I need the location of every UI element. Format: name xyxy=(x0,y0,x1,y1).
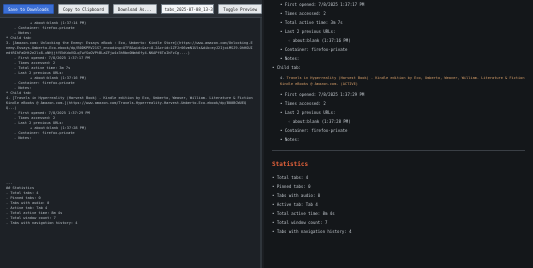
preview-text: First opened: 7/8/2025 1:37:29 PM xyxy=(284,92,365,97)
preview-row: • Notes: xyxy=(272,54,525,63)
preview-row: • Container: firefox-private xyxy=(272,126,525,135)
preview-row: • First opened: 7/8/2025 1:37:29 PM xyxy=(272,90,525,99)
horizontal-rule xyxy=(272,150,525,151)
statistics-row: • Pinned tabs: 0 xyxy=(272,182,525,191)
copy-to-clipboard-button[interactable]: Copy to Clipboard xyxy=(57,3,109,14)
preview-row: • First opened: 7/8/2025 1:37:17 PM xyxy=(272,0,525,9)
preview-text: Times accessed: 2 xyxy=(284,101,326,106)
markdown-editor[interactable]: + about:blank (1:37:14 PM) - Container: f… xyxy=(0,18,262,268)
preview-text: Times accessed: 2 xyxy=(284,11,326,16)
statistics-row: • Total window count: 7 xyxy=(272,218,525,227)
preview-text: Tabs with audio: 0 xyxy=(276,193,321,198)
preview-row: • Times accessed: 2 xyxy=(272,99,525,108)
preview-tab-title: 4. Travels in Hyperreality (Harvest Book… xyxy=(272,75,525,87)
statistics-row: • Active tab: Tab 4 xyxy=(272,200,525,209)
preview-row: • Child tab: xyxy=(272,63,525,72)
preview-row: • Notes: xyxy=(272,135,525,144)
statistics-row: • Tabs with audio: 0 xyxy=(272,191,525,200)
preview-text: Last 2 previous URLs: xyxy=(284,110,336,115)
preview-text: Tabs with navigation history: 4 xyxy=(276,229,352,234)
markdown-preview: • First opened: 7/8/2025 1:37:17 PM • Tim… xyxy=(264,0,533,268)
preview-text: Active tab: Tab 4 xyxy=(276,202,318,207)
preview-text: Total window count: 7 xyxy=(276,220,328,225)
preview-text: Notes: xyxy=(284,137,300,142)
preview-text: about:blank (1:37:28 PM) xyxy=(292,119,351,124)
preview-text: about:blank (1:37:16 PM) xyxy=(292,38,351,43)
editor-line: 3. [Amazon.com: Unlocking the Enemy: Ess… xyxy=(6,41,253,55)
preview-row: • Last 2 previous URLs: xyxy=(272,108,525,117)
save-to-downloads-button[interactable]: Save to Downloads xyxy=(3,3,54,14)
preview-row: • Total active time: 3m 7s xyxy=(272,18,525,27)
editor-spacer xyxy=(6,141,254,181)
preview-text: Pinned tabs: 0 xyxy=(276,184,311,189)
preview-row: • Times accessed: 2 xyxy=(272,9,525,18)
statistics-row: • Tabs with navigation history: 4 xyxy=(272,227,525,236)
statistics-row: • Total tabs: 4 xyxy=(272,173,525,182)
preview-text: Container: firefox-private xyxy=(284,47,348,52)
statistics-heading: Statistics xyxy=(272,161,309,168)
tab-link[interactable]: Travels in Hyperreality (Harvest Book) -… xyxy=(280,76,525,86)
preview-text: Total tabs: 4 xyxy=(276,175,309,180)
preview-text: Total active time: 8m 4s xyxy=(276,211,335,216)
filename-input[interactable]: tabs_2025-07-08_13-31.md xyxy=(160,3,215,14)
preview-row: ◦ about:blank (1:37:28 PM) xyxy=(272,117,525,126)
preview-row: • Last 2 previous URLs: xyxy=(272,27,525,36)
toggle-preview-button[interactable]: Toggle Preview xyxy=(218,3,262,14)
preview-text: Child tab: xyxy=(276,65,301,70)
preview-row: • Container: firefox-private xyxy=(272,45,525,54)
download-as-button[interactable]: Download As... xyxy=(112,3,157,14)
statistics-row: • Total active time: 8m 4s xyxy=(272,209,525,218)
editor-line: 4. [Travels in Hyperreality (Harvest Boo… xyxy=(6,96,253,110)
preview-row: ◦ about:blank (1:37:16 PM) xyxy=(272,36,525,45)
preview-text: Last 2 previous URLs: xyxy=(284,29,336,34)
preview-text: Total active time: 3m 7s xyxy=(284,20,343,25)
editor-stat-line: - Tabs with navigation history: 4 xyxy=(6,221,78,225)
preview-text: Container: firefox-private xyxy=(284,128,348,133)
preview-text: Notes: xyxy=(284,56,300,61)
preview-text: First opened: 7/8/2025 1:37:17 PM xyxy=(284,2,365,7)
toolbar: Save to Downloads Copy to Clipboard Down… xyxy=(0,0,262,18)
